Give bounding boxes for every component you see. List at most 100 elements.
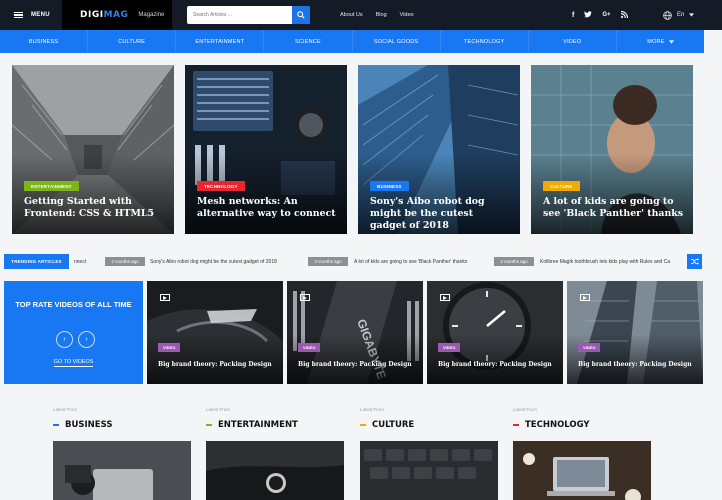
featured-article[interactable]: BUSINESS Sony's Aibo robot dog might be … — [358, 65, 520, 234]
category-name: ENTERTAINMENT — [218, 420, 298, 430]
top-links: About Us Blog Video — [340, 0, 414, 30]
chevron-left-icon: ‹ — [63, 336, 66, 343]
twitter-icon[interactable] — [584, 10, 593, 20]
search-button[interactable] — [292, 6, 310, 24]
video-badge[interactable]: VIDEO — [158, 343, 181, 352]
search-icon — [297, 11, 305, 19]
article-title[interactable]: Mesh networks: An alternative way to con… — [197, 196, 339, 220]
technology-image — [513, 441, 651, 500]
nav-item-business[interactable]: BUSINESS — [0, 30, 89, 53]
category-section-culture: Latest From CULTURE — [360, 407, 500, 500]
category-heading[interactable]: TECHNOLOGY — [513, 420, 653, 430]
search-input[interactable] — [187, 6, 292, 24]
category-badge[interactable]: TECHNOLOGY — [197, 181, 245, 191]
trending-article-link[interactable]: Kolibree Magik toothbrush lets kids play… — [540, 254, 670, 269]
main-nav: BUSINESS CULTURE ENTERTAINMENT SCIENCE S… — [0, 30, 704, 53]
video-link[interactable]: Video — [400, 12, 414, 18]
trending-date: 2 months ago — [105, 257, 145, 266]
trending-article-link[interactable]: Sony's Aibo robot dog might be the cutes… — [150, 254, 277, 269]
site-logo[interactable]: DIGIMAG — [80, 10, 128, 20]
nav-label: ENTERTAINMENT — [195, 38, 245, 45]
shuffle-button[interactable] — [687, 254, 702, 269]
image-overlay — [185, 154, 347, 234]
image-overlay — [147, 334, 283, 384]
category-name: BUSINESS — [65, 420, 113, 430]
play-icon — [300, 294, 310, 301]
rss-icon[interactable] — [620, 10, 628, 20]
trending-article-link[interactable]: A lot of kids are going to see 'Black Pa… — [354, 254, 467, 269]
social-links: f G+ — [572, 0, 628, 30]
video-title[interactable]: Big brand theory: Packing Design — [578, 361, 692, 368]
trending-article-link[interactable]: nnect — [74, 254, 86, 269]
category-heading[interactable]: CULTURE — [360, 420, 500, 430]
search-box — [187, 6, 310, 24]
video-title[interactable]: Big brand theory: Packing Design — [158, 361, 272, 368]
video-title[interactable]: Big brand theory: Packing Design — [438, 361, 552, 368]
category-image[interactable] — [53, 441, 191, 500]
facebook-icon[interactable]: f — [572, 12, 574, 19]
about-us-link[interactable]: About Us — [340, 12, 363, 18]
category-from-label: Latest From — [513, 407, 538, 412]
business-image — [53, 441, 191, 500]
menu-button[interactable]: MENU — [0, 0, 62, 30]
nav-item-video[interactable]: VIDEO — [529, 30, 617, 53]
trending-date: 2 months ago — [494, 257, 534, 266]
category-badge[interactable]: ENTERTAINMENT — [24, 181, 79, 191]
video-card[interactable]: GIGABYTE VIDEO Big brand theory: Packing… — [287, 281, 423, 384]
video-badge[interactable]: VIDEO — [438, 343, 461, 352]
play-icon — [160, 294, 170, 301]
culture-image — [360, 441, 498, 500]
nav-item-entertainment[interactable]: ENTERTAINMENT — [176, 30, 265, 53]
category-name: CULTURE — [372, 420, 415, 430]
logo-area[interactable]: DIGIMAG Magazine — [62, 0, 172, 30]
image-overlay — [531, 154, 693, 234]
nav-label: TECHNOLOGY — [463, 38, 505, 45]
category-badge[interactable]: CULTURE — [543, 181, 580, 191]
logo-suffix: MAG — [103, 10, 129, 20]
chevron-right-icon: › — [85, 336, 88, 343]
featured-article[interactable]: TECHNOLOGY Mesh networks: An alternative… — [185, 65, 347, 234]
play-icon — [440, 294, 450, 301]
trending-label: TRENDING ARTICLES — [4, 254, 69, 269]
video-card[interactable]: VIDEO Big brand theory: Packing Design — [147, 281, 283, 384]
hamburger-icon — [14, 11, 23, 19]
category-section-business: Latest From BUSINESS — [53, 407, 193, 500]
video-card[interactable]: VIDEO Big brand theory: Packing Design — [427, 281, 563, 384]
category-image[interactable] — [206, 441, 344, 500]
video-badge[interactable]: VIDEO — [578, 343, 601, 352]
blog-link[interactable]: Blog — [376, 12, 387, 18]
google-plus-icon[interactable]: G+ — [602, 12, 610, 18]
go-to-videos-link[interactable]: GO TO VIDEOS — [4, 359, 143, 367]
nav-label: VIDEO — [563, 38, 582, 45]
video-badge[interactable]: VIDEO — [298, 343, 321, 352]
article-title[interactable]: Getting Started with Frontend: CSS & HTM… — [24, 196, 166, 220]
video-card[interactable]: VIDEO Big brand theory: Packing Design — [567, 281, 703, 384]
nav-item-culture[interactable]: CULTURE — [88, 30, 177, 53]
nav-item-science[interactable]: SCIENCE — [264, 30, 353, 53]
video-promo-title: TOP RATE VIDEOS OF ALL TIME — [15, 300, 132, 309]
article-title[interactable]: A lot of kids are going to see 'Black Pa… — [543, 196, 685, 220]
image-overlay — [427, 334, 563, 384]
language-selector[interactable]: En — [663, 0, 695, 30]
next-button[interactable]: › — [78, 331, 95, 348]
category-badge[interactable]: BUSINESS — [370, 181, 409, 191]
category-heading[interactable]: ENTERTAINMENT — [206, 420, 346, 430]
article-title[interactable]: Sony's Aibo robot dog might be the cutes… — [370, 196, 512, 232]
logo-subtitle: Magazine — [138, 12, 165, 18]
category-image[interactable] — [513, 441, 651, 500]
category-heading[interactable]: BUSINESS — [53, 420, 193, 430]
category-image[interactable] — [360, 441, 498, 500]
featured-article[interactable]: ENTERTAINMENT Getting Started with Front… — [12, 65, 174, 234]
entertainment-image — [206, 441, 344, 500]
nav-item-more[interactable]: MORE — [617, 30, 704, 53]
nav-item-technology[interactable]: TECHNOLOGY — [441, 30, 529, 53]
video-title[interactable]: Big brand theory: Packing Design — [298, 361, 412, 368]
nav-item-social-goods[interactable]: SOCIAL GOODS — [353, 30, 441, 53]
menu-label: MENU — [31, 12, 50, 18]
featured-article[interactable]: CULTURE A lot of kids are going to see '… — [531, 65, 693, 234]
category-from-label: Latest From — [360, 407, 385, 412]
category-from-label: Latest From — [53, 407, 78, 412]
category-section-technology: Latest From TECHNOLOGY — [513, 407, 653, 500]
previous-button[interactable]: ‹ — [56, 331, 73, 348]
go-to-videos-label: GO TO VIDEOS — [53, 359, 94, 367]
